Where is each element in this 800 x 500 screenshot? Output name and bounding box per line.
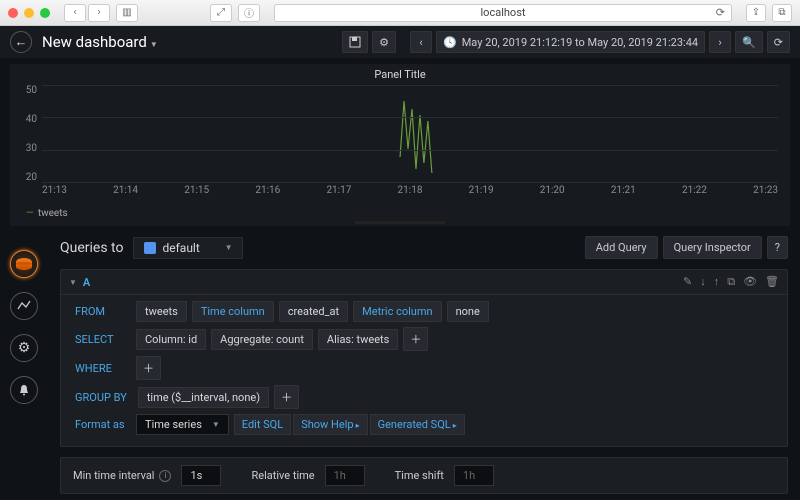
help-button[interactable]: ?: [767, 236, 788, 259]
queries-to-label: Queries to: [60, 240, 123, 256]
chevron-down-icon: ▼: [150, 40, 158, 49]
browser-forward[interactable]: ›: [88, 4, 110, 22]
reload-icon[interactable]: ⟳: [716, 6, 725, 19]
general-tab[interactable]: ⚙: [10, 334, 38, 362]
relative-time-label: Relative time: [247, 465, 318, 486]
add-where-button[interactable]: ＋: [136, 356, 161, 380]
time-column-value[interactable]: created_at: [279, 301, 348, 322]
select-row: SELECT Column: id Aggregate: count Alias…: [69, 327, 779, 351]
edit-sql-button[interactable]: Edit SQL: [234, 414, 291, 435]
move-up-icon[interactable]: ↑: [714, 275, 720, 289]
panel-title: Panel Title: [10, 64, 790, 85]
groupby-expr[interactable]: time ($__interval, none): [138, 387, 269, 408]
select-column[interactable]: Column: id: [136, 329, 206, 350]
url-text: localhost: [481, 6, 526, 19]
generated-sql-button[interactable]: Generated SQL▸: [370, 414, 465, 435]
metric-column-label: Metric column: [353, 301, 441, 322]
delete-icon[interactable]: 🗑: [765, 275, 779, 289]
time-range-picker[interactable]: 🕓 May 20, 2019 21:12:19 to May 20, 2019 …: [436, 31, 705, 53]
time-back-button[interactable]: ‹: [410, 31, 432, 53]
window-controls: [8, 8, 50, 18]
add-groupby-button[interactable]: ＋: [274, 385, 299, 409]
refresh-button[interactable]: ⟳: [767, 31, 790, 53]
where-row: WHERE ＋: [69, 356, 779, 380]
alert-tab[interactable]: [10, 376, 38, 404]
url-bar[interactable]: localhost ⟳: [274, 4, 732, 22]
y-axis: 50 40 30 20: [20, 85, 40, 183]
relative-time-input[interactable]: 1h: [325, 465, 365, 486]
toggle-visibility-icon[interactable]: 👁: [743, 275, 757, 289]
min-interval-input[interactable]: 1s: [181, 465, 221, 486]
tabs-icon[interactable]: ⧉: [772, 4, 792, 22]
dashboard-header: ← New dashboard▼ ⚙ ‹ 🕓 May 20, 2019 21:1…: [0, 26, 800, 58]
edit-icon[interactable]: ✎: [683, 275, 692, 289]
editor-tabs-rail: ⚙: [0, 236, 48, 494]
queries-tab[interactable]: [10, 250, 38, 278]
from-table[interactable]: tweets: [136, 301, 187, 322]
query-header-row: ▼ A ✎ ↓ ↑ ⧉ 👁 🗑: [61, 270, 787, 295]
reader-icon[interactable]: ⤢: [210, 4, 232, 22]
query-ref-id: A: [83, 276, 90, 289]
duplicate-icon[interactable]: ⧉: [727, 275, 735, 289]
groupby-row: GROUP BY time ($__interval, none) ＋: [69, 385, 779, 409]
time-forward-button[interactable]: ›: [709, 31, 731, 53]
graph-panel: Panel Title 50 40 30 20 21:1321:1421:152…: [10, 64, 790, 226]
x-axis: 21:1321:1421:1521:1621:1721:1821:1921:20…: [42, 185, 778, 196]
datasource-picker[interactable]: default ▼: [133, 237, 243, 259]
time-shift-label: Time shift: [391, 465, 448, 486]
plot-region: [42, 85, 778, 183]
move-down-icon[interactable]: ↓: [700, 275, 706, 289]
zoom-out-button[interactable]: 🔍: [735, 31, 763, 53]
share-icon[interactable]: ⇪: [746, 4, 766, 22]
time-shift-input[interactable]: 1h: [454, 465, 494, 486]
select-alias[interactable]: Alias: tweets: [318, 329, 398, 350]
sidebar-toggle-icon[interactable]: ▥: [116, 4, 138, 22]
chart-area[interactable]: 50 40 30 20 21:1321:1421:1521:1621:1721:…: [20, 85, 780, 205]
queries-header: Queries to default ▼ Add Query Query Ins…: [60, 236, 788, 259]
format-row: Format as Time series ▼ Edit SQL Show He…: [69, 414, 779, 435]
metric-column-value[interactable]: none: [447, 301, 489, 322]
select-aggregate[interactable]: Aggregate: count: [211, 329, 313, 350]
save-button[interactable]: [342, 31, 368, 53]
min-interval-label: Min time intervali: [69, 465, 175, 486]
add-select-button[interactable]: ＋: [403, 327, 428, 351]
show-help-button[interactable]: Show Help▸: [293, 414, 367, 435]
query-inspector-button[interactable]: Query Inspector: [663, 236, 762, 259]
query-options-row: Min time intervali 1s Relative time 1h T…: [60, 457, 788, 494]
format-as-select[interactable]: Time series ▼: [136, 414, 229, 435]
settings-button[interactable]: ⚙: [372, 31, 396, 53]
chevron-down-icon[interactable]: ▼: [69, 278, 77, 287]
browser-chrome: ‹ › ▥ ⤢ ⓘ localhost ⟳ ⇪ ⧉: [0, 0, 800, 26]
datasource-icon: [144, 242, 156, 254]
site-info-icon[interactable]: ⓘ: [238, 4, 260, 22]
browser-back[interactable]: ‹: [64, 4, 86, 22]
info-icon[interactable]: i: [159, 470, 171, 482]
back-button[interactable]: ←: [10, 31, 32, 53]
chevron-down-icon: ▼: [212, 420, 220, 429]
clock-icon: 🕓: [443, 36, 457, 49]
close-window[interactable]: [8, 8, 18, 18]
maximize-window[interactable]: [40, 8, 50, 18]
from-row: FROM tweets Time column created_at Metri…: [69, 301, 779, 322]
dashboard-title[interactable]: New dashboard▼: [42, 33, 158, 51]
database-icon: [16, 258, 32, 270]
visualization-tab[interactable]: [10, 292, 38, 320]
panel-resize-handle[interactable]: [355, 221, 445, 224]
chevron-down-icon: ▼: [225, 243, 233, 252]
line-series: [42, 85, 778, 183]
add-query-button[interactable]: Add Query: [585, 236, 658, 259]
minimize-window[interactable]: [24, 8, 34, 18]
query-editor: ▼ A ✎ ↓ ↑ ⧉ 👁 🗑 FROM tweets Time column …: [60, 269, 788, 447]
time-column-label: Time column: [192, 301, 274, 322]
